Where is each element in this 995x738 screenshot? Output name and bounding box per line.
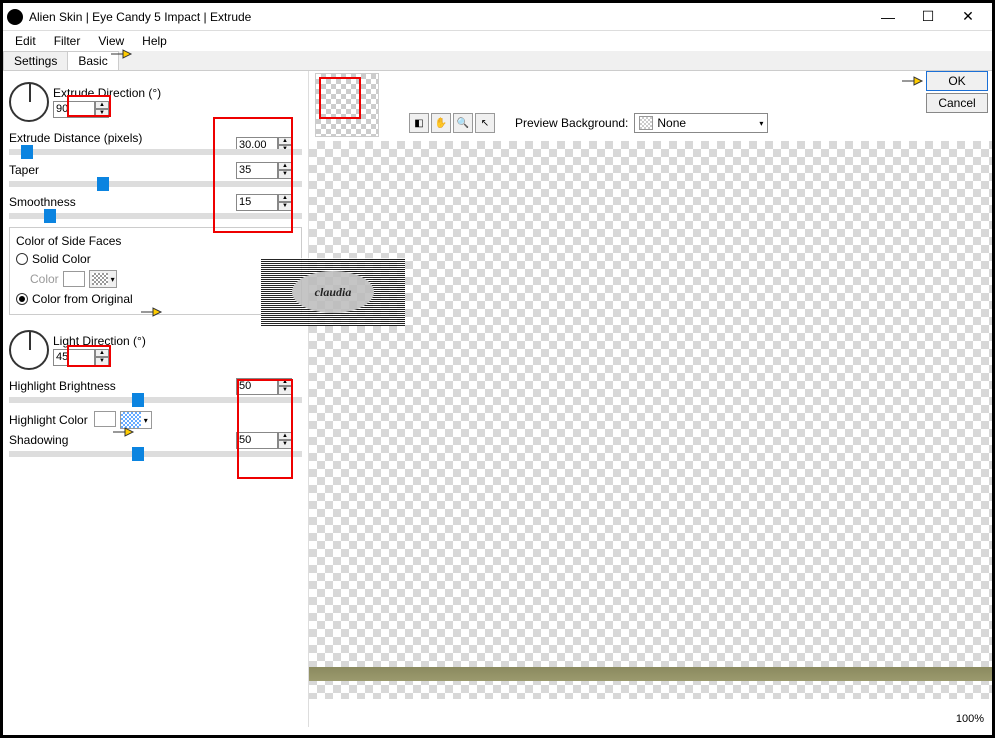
menu-edit[interactable]: Edit (7, 32, 44, 50)
transparency-swatch-icon (639, 116, 653, 130)
extrude-direction-dial[interactable] (9, 82, 49, 122)
pointer-tool-icon[interactable]: ↖ (475, 113, 495, 133)
tabs: Settings Basic (3, 51, 992, 71)
extrude-direction-input[interactable] (53, 101, 95, 118)
light-direction-label: Light Direction (°) (53, 334, 146, 348)
taper-slider[interactable] (9, 181, 302, 187)
zoom-tool-icon[interactable]: 🔍 (453, 113, 473, 133)
preview-thumbnail[interactable] (315, 73, 379, 137)
solid-color-radio[interactable] (16, 253, 28, 265)
smoothness-slider[interactable] (9, 213, 302, 219)
light-direction-dial[interactable] (9, 330, 49, 370)
menubar: Edit Filter View Help (3, 31, 992, 51)
color-from-original-radio[interactable] (16, 293, 28, 305)
extrude-direction-spinner[interactable]: ▲▼ (95, 101, 109, 118)
extrude-preview-shape (309, 667, 992, 681)
cancel-button[interactable]: Cancel (926, 93, 988, 113)
watermark: claudia (261, 258, 405, 326)
highlight-brightness-input[interactable] (236, 378, 278, 395)
preview-background-label: Preview Background: (515, 116, 628, 130)
color-label: Color (30, 272, 59, 286)
taper-label: Taper (9, 163, 39, 177)
app-icon (7, 9, 23, 25)
window-title: Alien Skin | Eye Candy 5 Impact | Extrud… (29, 10, 868, 24)
side-faces-group-label: Color of Side Faces (16, 234, 295, 248)
side-faces-group: Color of Side Faces Solid Color Color ▾ … (9, 227, 302, 315)
shadowing-spinner[interactable]: ▲▼ (278, 432, 292, 449)
annotation-hand-icon (111, 423, 135, 441)
side-color-swatch[interactable] (63, 271, 85, 287)
controls-panel: Extrude Direction (°) ▲▼ Extrude Distanc… (3, 71, 309, 727)
taper-spinner[interactable]: ▲▼ (278, 162, 292, 179)
hand-tool-icon[interactable]: ✋ (431, 113, 451, 133)
solid-color-label: Solid Color (32, 252, 91, 266)
annotation-highlight (319, 77, 361, 119)
smoothness-label: Smoothness (9, 195, 76, 209)
color-tool-icon[interactable]: ◧ (409, 113, 429, 133)
smoothness-input[interactable] (236, 194, 278, 211)
close-button[interactable]: ✕ (948, 5, 988, 29)
ok-button[interactable]: OK (926, 71, 988, 91)
annotation-hand-icon (139, 303, 163, 321)
highlight-brightness-label: Highlight Brightness (9, 379, 116, 393)
highlight-color-label: Highlight Color (9, 413, 88, 427)
annotation-hand-icon (109, 45, 133, 63)
preview-background-combo[interactable]: None ▾ (634, 113, 768, 133)
menu-help[interactable]: Help (134, 32, 175, 50)
shadowing-label: Shadowing (9, 433, 68, 447)
preview-canvas[interactable] (309, 141, 992, 699)
shadowing-slider[interactable] (9, 451, 302, 457)
smoothness-spinner[interactable]: ▲▼ (278, 194, 292, 211)
side-color-dropdown[interactable]: ▾ (89, 270, 117, 288)
extrude-distance-slider[interactable] (9, 149, 302, 155)
minimize-button[interactable]: — (868, 5, 908, 29)
maximize-button[interactable]: ☐ (908, 5, 948, 29)
color-from-original-label: Color from Original (32, 292, 133, 306)
chevron-down-icon: ▾ (759, 119, 763, 128)
tab-settings[interactable]: Settings (3, 51, 68, 70)
annotation-hand-icon (900, 72, 924, 90)
zoom-level: 100% (956, 713, 984, 725)
light-direction-input[interactable] (53, 349, 95, 366)
preview-background-value: None (657, 116, 686, 130)
taper-input[interactable] (236, 162, 278, 179)
shadowing-input[interactable] (236, 432, 278, 449)
menu-filter[interactable]: Filter (46, 32, 89, 50)
titlebar: Alien Skin | Eye Candy 5 Impact | Extrud… (3, 3, 992, 31)
extrude-direction-label: Extrude Direction (°) (53, 86, 161, 100)
highlight-brightness-spinner[interactable]: ▲▼ (278, 378, 292, 395)
preview-panel: ◧ ✋ 🔍 ↖ Preview Background: None ▾ OK Ca… (309, 71, 992, 727)
light-direction-spinner[interactable]: ▲▼ (95, 349, 109, 366)
highlight-brightness-slider[interactable] (9, 397, 302, 403)
